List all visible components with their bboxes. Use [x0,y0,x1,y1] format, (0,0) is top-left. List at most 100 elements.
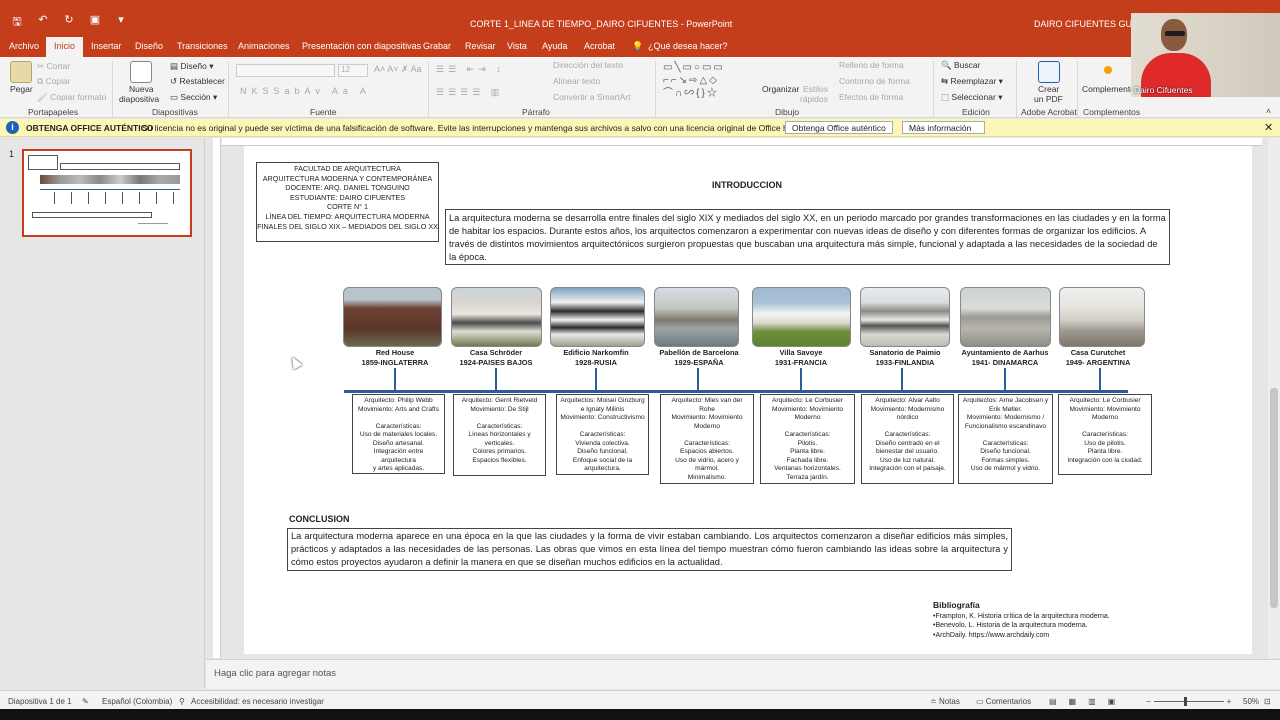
tell-me-search[interactable]: ¿Qué desea hacer? [648,41,728,51]
tab-animaciones[interactable]: Animaciones [238,41,290,51]
format-painter-button[interactable]: 🖌 Copiar formato [37,92,106,103]
tab-transiciones[interactable]: Transiciones [177,41,228,51]
paste-button[interactable]: Pegar [10,84,33,94]
tab-grabar[interactable]: Grabar [423,41,451,51]
smartart-button[interactable]: Convertir a SmartArt [553,92,630,102]
present-icon[interactable]: ▣ [88,13,102,32]
slide-thumbnail[interactable] [22,149,192,237]
building-card[interactable]: Arquitecto: Alvar Aalto Movimiento: Moder… [861,394,954,484]
building-card[interactable]: Arquitecto: Le Corbusier Movimiento: Movi… [1058,394,1152,475]
vertical-scrollbar[interactable] [1268,138,1280,658]
new-slide-button[interactable]: Nueva [129,84,154,94]
text-direction-button[interactable]: Dirección del texto [553,60,623,70]
zoom-slider[interactable]: − + [1146,697,1231,707]
font-grow-shrink[interactable]: A˄ A˅ ✗ Aa [374,64,422,75]
tab-ayuda[interactable]: Ayuda [542,41,567,51]
casa-schroder-photo[interactable] [451,287,542,347]
shape-fill-button[interactable]: Relleno de forma [839,60,904,70]
create-pdf-button[interactable]: Crear [1038,84,1059,94]
copy-button[interactable]: ⧉ Copiar [37,76,70,87]
pabellon-barcelona-photo[interactable] [654,287,739,347]
font-size-select[interactable]: 12 [338,64,368,77]
card-line: Ventanas horizontales. [774,465,841,472]
conclusion-textbox[interactable]: La arquitectura moderna aparece en una é… [287,528,1012,571]
tab-diseno[interactable]: Diseño [135,41,163,51]
notes-placeholder[interactable]: Haga clic para agregar notas [214,668,336,679]
building-card[interactable]: Arquitectos: Moisei Ginzburg e Ignaty Mil… [556,394,649,475]
get-genuine-office-button[interactable]: Obtenga Office auténtico [785,121,893,134]
building-card[interactable]: Arquitectos: Arne Jacobsen y Erik Møller.… [958,394,1053,484]
reset-button[interactable]: ↺ Restablecer [170,76,225,87]
quick-styles-button[interactable]: Estilos [803,84,828,94]
align-text-button[interactable]: Alinear texto [553,76,600,86]
sanatorio-paimio-photo[interactable] [860,287,950,347]
tab-vista[interactable]: Vista [507,41,527,51]
view-buttons[interactable]: ▤▦▥▣ [1049,697,1127,706]
tab-revisar[interactable]: Revisar [465,41,496,51]
quick-styles-button-line2[interactable]: rápidos [800,94,828,104]
tab-inicio[interactable]: Inicio [46,37,84,57]
red-house-photo[interactable] [343,287,442,347]
replace-button[interactable]: ⇆ Reemplazar ▾ [941,76,1003,87]
tab-insertar[interactable]: Insertar [91,41,122,51]
accessibility-icon[interactable]: ⚲ [179,697,185,706]
save-icon[interactable]: 🖫 [10,13,24,32]
addins-icon[interactable] [1104,66,1112,74]
header-textbox[interactable]: FACULTAD DE ARQUITECTURA ARQUITECTURA MO… [256,162,439,242]
more-info-button[interactable]: Más información [902,121,985,134]
bibliography-item[interactable]: •Benevolo, L. Historia de la arquitectur… [933,622,1088,629]
zoom-slider-thumb[interactable] [1183,697,1187,707]
align-buttons[interactable]: ☰☰☰☰ ▥ [436,87,503,98]
building-card[interactable]: Arquitecto: Mies van der Rohe Movimiento: … [660,394,754,484]
create-pdf-icon[interactable] [1038,61,1060,83]
scrollbar-thumb[interactable] [1270,388,1278,608]
close-icon[interactable]: ✕ [1264,121,1273,134]
section-button[interactable]: ▭ Sección ▾ [170,92,217,103]
redo-icon[interactable]: ↻ [62,13,76,32]
slide[interactable]: FACULTAD DE ARQUITECTURA ARQUITECTURA MO… [244,146,1252,654]
shape-effects-button[interactable]: Efectos de forma [839,92,903,102]
building-card[interactable]: Arquitecto: Gerrit Rietveld Movimiento: D… [453,394,546,476]
spellcheck-icon[interactable]: ✎ [82,697,89,706]
list-buttons[interactable]: ☰☰ ⇤⇥ ↕ [436,64,505,75]
casa-curutchet-photo[interactable] [1059,287,1145,347]
language-indicator[interactable]: Español (Colombia) [102,697,172,706]
introduction-textbox[interactable]: La arquitectura moderna se desarrolla en… [445,209,1170,265]
tab-presentacion[interactable]: Presentación con diapositivas [302,41,421,51]
paste-icon[interactable] [10,61,32,83]
find-button[interactable]: 🔍 Buscar [941,60,980,71]
conclusion-title[interactable]: CONCLUSION [289,514,350,524]
villa-savoye-photo[interactable] [752,287,851,347]
bibliography-item[interactable]: •ArchDaily. https://www.archdaily.com [933,632,1049,639]
building-card[interactable]: Arquitecto: Le Corbusier Movimiento: Movi… [760,394,855,484]
notes-toggle[interactable]: ≐ Notas [930,697,960,706]
tab-archivo[interactable]: Archivo [9,41,39,51]
undo-icon[interactable]: ↶ [36,13,50,32]
fit-to-window-icon[interactable]: ⊡ [1264,697,1271,706]
bibliography-title[interactable]: Bibliografía [933,600,980,610]
zoom-level[interactable]: 50% [1243,697,1259,706]
create-pdf-button-line2[interactable]: un PDF [1034,94,1063,104]
font-style-buttons[interactable]: NKSSabAv Aa A [240,86,371,96]
ayuntamiento-aarhus-photo[interactable] [960,287,1051,347]
select-button[interactable]: ⬚ Seleccionar ▾ [941,92,1002,103]
accessibility-status[interactable]: Accesibilidad: es necesario investigar [191,697,324,706]
timeline-axis[interactable] [344,390,1128,393]
building-card[interactable]: Arquitecto: Philip Webb Movimiento: Arts … [352,394,445,474]
layout-button[interactable]: ▤ Diseño ▾ [170,61,214,72]
new-slide-icon[interactable] [130,61,152,83]
new-slide-button-line2[interactable]: diapositiva [119,94,159,104]
introduction-title[interactable]: INTRODUCCION [712,180,782,190]
shapes-gallery[interactable]: ▭╲▭○▭▭ ⌐⌐↘⇨△◇ ⌒∩∽{}☆ [663,61,743,101]
tab-acrobat[interactable]: Acrobat [584,41,615,51]
edificio-narkomfin-photo[interactable] [550,287,645,347]
arrange-button[interactable]: Organizar [762,84,799,94]
font-family-select[interactable] [236,64,335,77]
collapse-ribbon-icon[interactable]: ˄ [1266,106,1271,116]
bibliography-item[interactable]: •Frampton, K. Historia crítica de la arq… [933,613,1110,620]
customize-qat-icon[interactable]: ▾ [114,13,128,32]
notes-pane[interactable]: Haga clic para agregar notas [206,659,1280,689]
shape-outline-button[interactable]: Contorno de forma [839,76,910,86]
comments-toggle[interactable]: ▭ Comentarios [976,697,1031,706]
cut-button[interactable]: ✂ Cortar [37,61,70,72]
